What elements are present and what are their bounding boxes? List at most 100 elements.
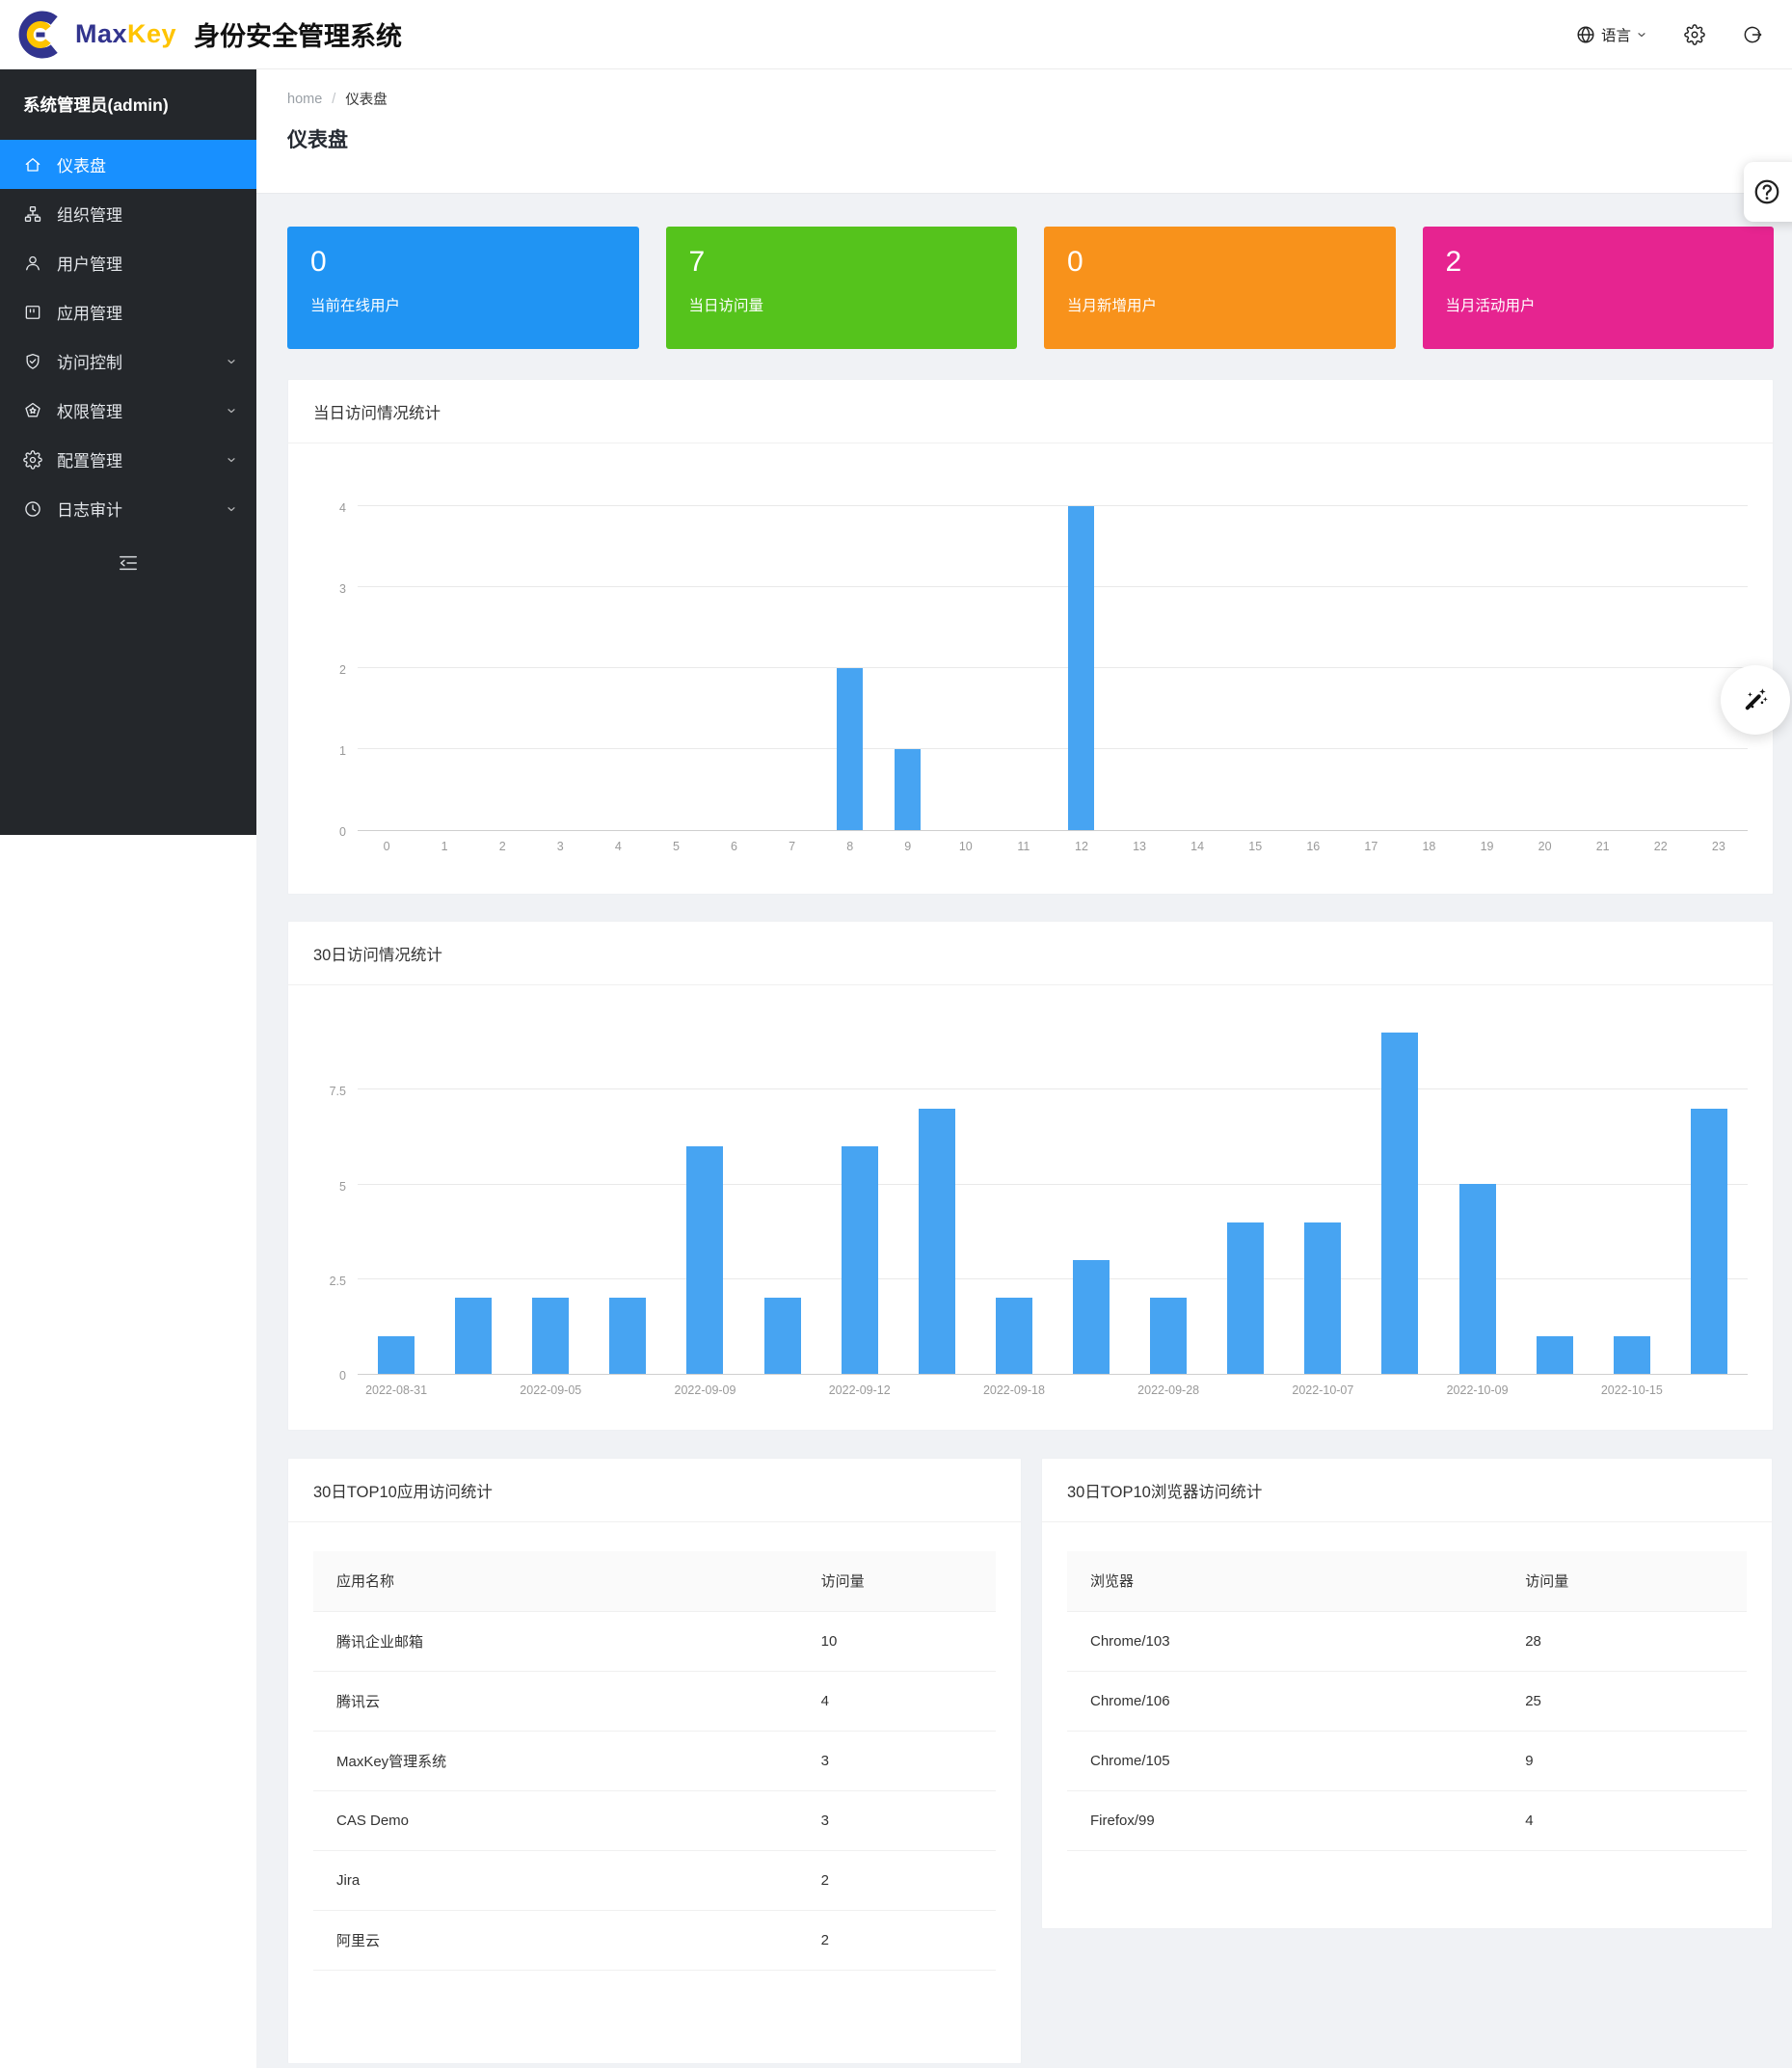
sidebar-item-logs[interactable]: 日志审计 [0,484,256,533]
column-header: 访问量 [1502,1551,1747,1611]
y-axis-tick-label: 0 [339,825,346,839]
bar-slot [705,507,762,830]
stat-card-1: 7当日访问量 [666,227,1018,349]
stat-cards-row: 0当前在线用户7当日访问量0当月新增用户2当月活动用户 [287,227,1774,349]
x-axis-tick-label [435,1383,512,1397]
language-menu[interactable]: 语言 [1575,24,1647,45]
stat-card-value: 2 [1446,246,1775,278]
table-cell: 4 [1502,1790,1747,1850]
table-cell: 3 [798,1790,996,1850]
sidebar-item-permissions[interactable]: 权限管理 [0,386,256,435]
sidebar-collapse-button[interactable] [0,537,256,589]
y-axis-tick-label: 7.5 [330,1085,346,1098]
app-icon [23,303,42,322]
table-row: Chrome/10625 [1067,1671,1747,1731]
help-button[interactable] [1744,162,1792,222]
top10-browsers-table: 浏览器访问量 Chrome/10328Chrome/10625Chrome/10… [1067,1551,1747,1851]
stat-card-value: 0 [1067,246,1396,278]
theme-wand-button[interactable] [1721,665,1790,735]
x-axis: 01234567891011121314151617181920212223 [358,831,1748,853]
y-axis-tick-label: 1 [339,744,346,758]
chevron-down-icon [226,405,237,416]
sidebar-item-apps[interactable]: 应用管理 [0,287,256,336]
x-axis-tick-label: 8 [821,840,879,853]
monthly-visits-panel: 30日访问情况统计 02.557.52022-08-312022-09-0520… [287,921,1774,1431]
bar-idx-17 [1691,1109,1727,1374]
sidebar-item-dashboard[interactable]: 仪表盘 [0,140,256,189]
brand: MaxKey 身份安全管理系统 [15,8,402,62]
clock-icon [23,499,42,519]
sidebar-item-org[interactable]: 组织管理 [0,189,256,238]
table-cell: Firefox/99 [1067,1790,1502,1850]
bar-slot [1593,999,1671,1374]
bar-slot [358,999,435,1374]
table-cell: 10 [798,1611,996,1671]
bar-slot [1400,507,1458,830]
bar-slot [435,999,512,1374]
bar-slot [1439,999,1516,1374]
sidebar-item-label: 用户管理 [57,251,122,275]
daily-visits-chart: 0123401234567891011121314151617181920212… [288,507,1773,853]
logout-icon[interactable] [1742,24,1763,45]
bar-idx-1 [455,1298,492,1374]
plot-area [358,999,1748,1375]
bar-9 [895,749,921,830]
bars [358,507,1748,830]
stat-card-3: 2当月活动用户 [1423,227,1775,349]
bar-slot [1516,507,1574,830]
table-row: Chrome/10328 [1067,1611,1747,1671]
table-cell: MaxKey管理系统 [313,1731,798,1790]
y-axis-tick-label: 0 [339,1369,346,1383]
bar-idx-15 [1537,1336,1573,1374]
gridline [358,505,1748,506]
question-circle-icon [1752,177,1781,206]
table-cell: 25 [1502,1671,1747,1731]
app-header: MaxKey 身份安全管理系统 语言 [0,0,1792,69]
pentagon-star-icon [23,401,42,420]
x-axis-tick-label: 11 [995,840,1053,853]
chevron-down-icon [1636,29,1647,40]
x-axis-tick-label [1053,1383,1130,1397]
table-cell: CAS Demo [313,1790,798,1850]
sidebar-item-access[interactable]: 访问控制 [0,336,256,386]
bar-slot [879,507,937,830]
sidebar-item-users[interactable]: 用户管理 [0,238,256,287]
y-axis: 02.557.5 [313,999,358,1375]
gear-icon[interactable] [1684,24,1705,45]
x-axis-tick-label: 21 [1574,840,1632,853]
maxkey-dashboard-page: { "header": { "logo": { "max": "Max", "k… [0,0,1792,2068]
bar-2022-08-31 [378,1336,415,1374]
top10-apps-table: 应用名称访问量 腾讯企业邮箱10腾讯云4MaxKey管理系统3CAS Demo3… [313,1551,996,1971]
table-header: 应用名称访问量 [313,1551,996,1611]
breadcrumb-home-link[interactable]: home [287,92,322,107]
x-axis-tick-label [1361,1383,1438,1397]
bar-slot [1284,999,1361,1374]
sidebar-item-label: 组织管理 [57,201,122,226]
bar-slot [821,999,898,1374]
table-cell: 腾讯云 [313,1671,798,1731]
sidebar-item-config[interactable]: 配置管理 [0,435,256,484]
bar-slot [531,507,589,830]
x-axis-tick-label: 18 [1400,840,1458,853]
bar-slot [1053,507,1110,830]
sidebar-item-label: 日志审计 [57,497,122,521]
bar-slot [1284,507,1342,830]
column-header: 浏览器 [1067,1551,1502,1611]
main-area: home / 仪表盘 仪表盘 0当前在线用户7当日访问量0当月新增用户2当月活动… [256,69,1792,2068]
x-axis-tick-label: 2022-10-15 [1593,1383,1671,1397]
stat-card-0: 0当前在线用户 [287,227,639,349]
bar-slot [1516,999,1593,1374]
bar-2022-09-09 [686,1146,723,1374]
user-icon [23,254,42,273]
stat-card-label: 当前在线用户 [310,294,639,315]
x-axis-tick-label: 4 [589,840,647,853]
bars [358,999,1748,1374]
bar-2022-10-15 [1614,1336,1650,1374]
table-cell: Chrome/105 [1067,1731,1502,1790]
table-row: Chrome/1059 [1067,1731,1747,1790]
table-row: Jira2 [313,1850,996,1910]
bar-idx-5 [764,1298,801,1374]
bar-2022-09-05 [532,1298,569,1374]
x-axis-tick-label: 2022-09-09 [666,1383,743,1397]
x-axis-tick-label: 14 [1168,840,1226,853]
